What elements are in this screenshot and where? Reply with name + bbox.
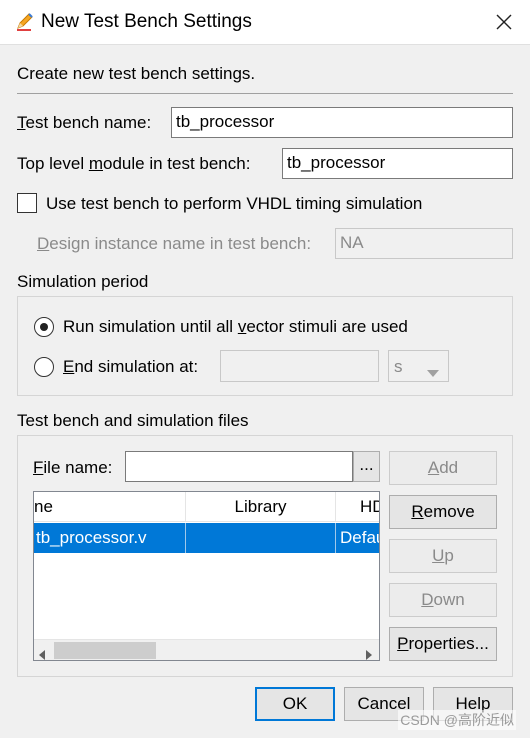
window-title: New Test Bench Settings xyxy=(41,11,252,32)
column-header-library[interactable]: Library xyxy=(186,492,336,522)
horizontal-scrollbar[interactable] xyxy=(34,639,379,660)
mnemonic-char: U xyxy=(432,546,445,565)
run-until-label[interactable]: Run simulation until all vector stimuli … xyxy=(63,317,408,337)
intro-text: Create new test bench settings. xyxy=(17,64,256,83)
end-time-input[interactable] xyxy=(220,350,379,382)
label-text: esign instance name in test bench: xyxy=(49,234,312,253)
button-label: p xyxy=(444,546,454,565)
test-bench-name-label: Test bench name: xyxy=(17,113,151,133)
mnemonic-char: m xyxy=(88,154,103,173)
column-header-name[interactable]: ne xyxy=(34,492,186,522)
close-icon[interactable] xyxy=(494,12,514,32)
cell-hdl: Defau xyxy=(340,528,379,547)
label-text: est bench name: xyxy=(25,113,152,132)
mnemonic-char: A xyxy=(427,458,440,477)
cell-file-name: tb_processor.v xyxy=(34,523,186,553)
file-name-input[interactable] xyxy=(125,451,353,482)
watermark-text: CSDN @高阶近似 xyxy=(398,710,516,730)
top-module-label: Top level module in test bench: xyxy=(17,154,250,174)
time-unit-select[interactable]: s xyxy=(388,350,449,382)
scrollbar-thumb[interactable] xyxy=(54,642,156,659)
mnemonic-char: P xyxy=(397,634,409,653)
mnemonic-char: D xyxy=(37,234,50,253)
label-text: ector stimuli are used xyxy=(246,317,408,336)
cell-library xyxy=(186,523,336,553)
mnemonic-char: R xyxy=(411,502,424,521)
mnemonic-char: E xyxy=(63,357,75,376)
scroll-left-icon[interactable] xyxy=(38,645,46,660)
properties-button[interactable]: Properties... xyxy=(389,627,497,661)
up-button[interactable]: Up xyxy=(389,539,497,573)
label-text: ile name: xyxy=(43,458,113,477)
label-text: nd simulation at: xyxy=(74,357,199,376)
button-label: emove xyxy=(423,502,475,521)
design-instance-input[interactable]: NA xyxy=(335,228,513,259)
table-header: ne Library HD xyxy=(34,492,379,522)
vhdl-timing-checkbox[interactable] xyxy=(17,193,37,213)
time-unit-value: s xyxy=(394,357,403,376)
add-button[interactable]: Add xyxy=(389,451,497,485)
test-bench-name-input[interactable]: tb_processor xyxy=(171,107,513,138)
mnemonic-char: T xyxy=(17,113,26,132)
separator xyxy=(17,93,513,94)
remove-button[interactable]: Remove xyxy=(389,495,497,529)
ok-button[interactable]: OK xyxy=(255,687,335,721)
chevron-down-icon xyxy=(427,363,439,383)
label-text: Run simulation until all xyxy=(63,317,238,336)
browse-button[interactable]: ... xyxy=(353,451,380,482)
file-name-label: File name: xyxy=(33,458,112,478)
end-at-radio[interactable] xyxy=(34,357,54,377)
vhdl-timing-label[interactable]: Use test bench to perform VHDL timing si… xyxy=(46,194,422,214)
scroll-right-icon[interactable] xyxy=(365,645,373,660)
mnemonic-char: F xyxy=(33,458,44,477)
pencil-icon xyxy=(14,10,36,32)
label-text: odule in test bench: xyxy=(103,154,251,173)
button-label: own xyxy=(433,590,465,609)
mnemonic-char: D xyxy=(421,590,434,609)
files-table[interactable]: ne Library HD tb_processor.v Defau xyxy=(33,491,380,661)
column-header-hdl[interactable]: HD xyxy=(336,492,379,522)
down-button[interactable]: Down xyxy=(389,583,497,617)
radio-dot xyxy=(40,323,48,331)
table-row[interactable]: tb_processor.v Defau xyxy=(34,523,379,553)
run-until-radio[interactable] xyxy=(34,317,54,337)
end-at-label[interactable]: End simulation at: xyxy=(63,357,198,377)
button-label: dd xyxy=(439,458,459,477)
button-label: roperties... xyxy=(408,634,489,653)
label-text: Top level xyxy=(17,154,89,173)
design-instance-label: Design instance name in test bench: xyxy=(37,234,311,254)
top-module-input[interactable]: tb_processor xyxy=(282,148,513,179)
title-bar[interactable]: New Test Bench Settings xyxy=(0,0,530,44)
simulation-period-heading: Simulation period xyxy=(17,272,149,291)
files-heading: Test bench and simulation files xyxy=(17,411,249,430)
